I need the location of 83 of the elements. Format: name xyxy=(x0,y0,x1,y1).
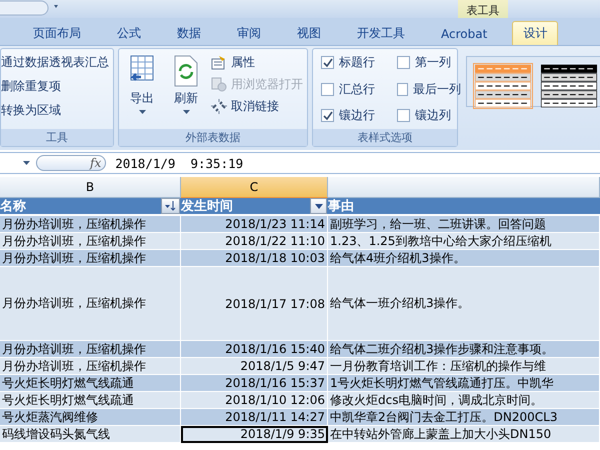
table-cell: 给气体4班介绍机3操作。 xyxy=(328,250,600,267)
unlink-icon xyxy=(211,99,227,114)
table-cell: 修改火炬dcs电脑时间，调成北京时间。 xyxy=(328,392,600,409)
table-cell: 号火炬长明灯燃气线疏通 xyxy=(0,392,181,409)
caret-icon xyxy=(138,110,146,114)
table-style-swatch[interactable] xyxy=(539,63,599,109)
ribbon-command[interactable]: 删除重复项 xyxy=(1,77,109,96)
checkbox[interactable] xyxy=(321,82,334,96)
table-cell: 2018/1/11 14:27 xyxy=(181,409,328,426)
ribbon-tab[interactable]: 审阅 xyxy=(226,21,272,45)
table-cell: 2018/1/10 12:06 xyxy=(181,392,328,409)
ribbon-tab[interactable]: 视图 xyxy=(286,21,332,45)
table-cell: 月份办培训班，压缩机操作 xyxy=(0,341,181,358)
checkbox-label: 最后一列 xyxy=(413,80,461,98)
table-cell: 2018/1/23 11:14 xyxy=(181,216,328,233)
ribbon-tab[interactable]: 页面布局 xyxy=(22,21,92,45)
table-cell: 2018/1/5 9:47 xyxy=(181,358,328,375)
table-cell: 1.23、1.25到教培中心给大家介绍压缩机 xyxy=(328,233,600,250)
checkbox-label: 镶边行 xyxy=(339,107,375,124)
checkbox[interactable] xyxy=(397,56,410,69)
table-cell: 月份办培训班，压缩机操作 xyxy=(0,358,181,375)
ribbon-command[interactable]: 属性 xyxy=(211,53,303,72)
quick-access-toolbar-drawing xyxy=(0,0,60,16)
table-cell: 月份办培训班，压缩机操作 xyxy=(0,233,181,250)
table-header-cell: 事由 xyxy=(328,198,600,216)
ribbon-tab[interactable]: 设计 xyxy=(512,21,558,45)
group-title: 表样式选项 xyxy=(313,129,457,146)
ribbon-command[interactable]: 通过数据透视表汇总 xyxy=(1,53,109,72)
properties-icon xyxy=(211,55,227,70)
table-cell: 月份办培训班，压缩机操作 xyxy=(0,216,181,233)
caret-icon xyxy=(314,204,322,208)
group-title: 工具 xyxy=(1,129,113,146)
caret-icon xyxy=(23,161,30,165)
table-cell: 2018/1/22 11:10 xyxy=(181,233,328,250)
table-cell: 2018/1/9 9:35 xyxy=(181,426,328,443)
refresh-icon xyxy=(172,55,200,87)
table-cell: 月份办培训班，压缩机操作 xyxy=(0,267,181,341)
checkbox[interactable] xyxy=(321,56,334,69)
table-cell: 号火炬长明灯燃气线疏通 xyxy=(0,375,181,392)
column-header[interactable]: C xyxy=(181,177,328,198)
table-cell: 2018/1/16 15:40 xyxy=(181,341,328,358)
checkbox-label: 镶边列 xyxy=(415,107,451,124)
table-cell: 给气体二班介绍机3操作步骤和注意事项。 xyxy=(328,341,600,358)
formula-bar-splitter[interactable] xyxy=(36,155,106,171)
ribbon-tab[interactable]: 公式 xyxy=(106,21,152,45)
table-header-cell: 名称 xyxy=(0,198,181,216)
browser-icon xyxy=(211,77,227,92)
table-header-cell: 发生时间 xyxy=(181,198,328,216)
checkbox[interactable] xyxy=(321,109,334,122)
table-cell: 2018/1/16 15:37 xyxy=(181,375,328,392)
table-cell: 一月份教育培训工作：压缩机的操作与维 xyxy=(328,358,600,375)
context-tab-label: 表工具 xyxy=(458,0,508,18)
formula-value[interactable]: 2018/1/9 9:35:19 xyxy=(115,156,244,170)
table-cell: 在中转站外管廊上蒙盖上加大小头DN150 xyxy=(328,426,600,443)
table-cell: 号火炬蒸汽阀维修 xyxy=(0,409,181,426)
ribbon-tab[interactable]: 数据 xyxy=(166,21,212,45)
table-cell: 2018/1/18 10:03 xyxy=(181,250,328,267)
table-cell: 2018/1/17 17:08 xyxy=(181,267,328,341)
ribbon-tab[interactable]: Acrobat xyxy=(430,21,498,45)
export-button[interactable]: 导出 xyxy=(123,53,161,129)
function-icon[interactable]: fx xyxy=(90,156,102,170)
table-cell: 月份办培训班，压缩机操作 xyxy=(0,250,181,267)
checkbox[interactable] xyxy=(397,109,410,122)
caret-icon xyxy=(182,110,190,114)
table-cell: 码线增设码头氮气线 xyxy=(0,426,181,443)
sort-icon xyxy=(165,201,176,211)
table-style-swatch[interactable] xyxy=(473,63,533,109)
checkbox[interactable] xyxy=(397,82,408,96)
table-cell: 中凯华章2台阀门去金工打压。DN200CL3 xyxy=(328,409,600,426)
refresh-button[interactable]: 刷新 xyxy=(167,53,205,129)
ribbon-command[interactable]: 转换为区域 xyxy=(1,101,109,120)
checkbox-label: 汇总行 xyxy=(339,80,375,98)
table-cell: 1号火炬长明灯燃气管线疏通打压。中凯华 xyxy=(328,375,600,392)
group-title: 外部表数据 xyxy=(119,129,307,146)
column-header[interactable]: B xyxy=(0,177,181,198)
table-cell: 副班学习，给一班、二班讲课。回答问题 xyxy=(328,216,600,233)
checkbox-label: 第一列 xyxy=(415,54,451,71)
table-cell: 给气体一班介绍机3操作。 xyxy=(328,267,600,341)
filter-button[interactable] xyxy=(161,198,180,214)
ribbon-command[interactable]: 取消链接 xyxy=(211,97,303,116)
ribbon-tab[interactable]: 开发工具 xyxy=(346,21,416,45)
filter-button[interactable] xyxy=(310,198,327,214)
checkbox-label: 标题行 xyxy=(339,54,375,71)
